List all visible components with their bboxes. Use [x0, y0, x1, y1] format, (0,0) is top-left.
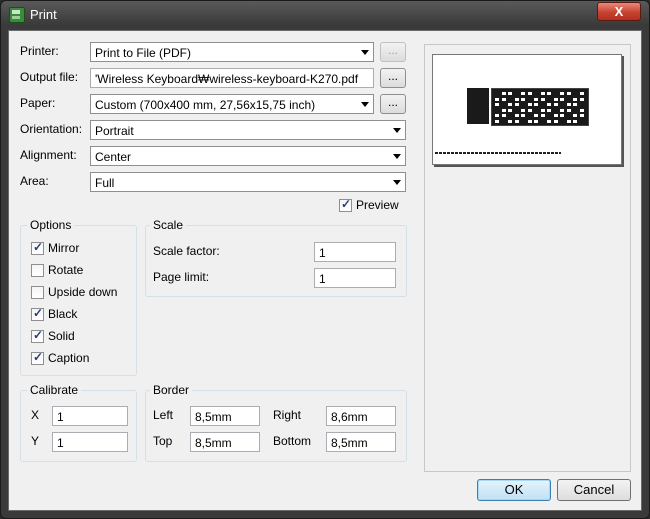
window-title: Print [30, 7, 57, 22]
preview-caption [435, 152, 561, 154]
border-group-title: Border [150, 383, 193, 397]
border-bottom-input[interactable]: 8,5mm [326, 432, 396, 452]
chevron-down-icon [361, 50, 369, 55]
option-checkbox[interactable] [31, 286, 44, 299]
border-left-input[interactable]: 8,5mm [190, 406, 260, 426]
printer-app-icon [9, 7, 25, 23]
checkmark-icon: ✓ [33, 328, 44, 342]
option-checkbox[interactable]: ✓ [31, 240, 44, 255]
preview-checkbox[interactable]: ✓ [339, 197, 352, 212]
close-button[interactable]: X [597, 2, 641, 21]
option-checkbox[interactable]: ✓ [31, 328, 44, 343]
calibrate-y-input[interactable]: 1 [52, 432, 128, 452]
orientation-select[interactable]: Portrait [90, 120, 406, 140]
checkmark-icon: ✓ [341, 197, 352, 211]
print-preview-panel [424, 44, 631, 472]
printer-value: Print to File (PDF) [95, 46, 192, 60]
chevron-down-icon [393, 154, 401, 159]
alignment-select[interactable]: Center [90, 146, 406, 166]
option-label: Solid [48, 329, 75, 343]
keyboard-preview-main [491, 88, 589, 126]
chevron-down-icon [361, 102, 369, 107]
close-icon: X [614, 4, 624, 19]
page-limit-label: Page limit: [153, 270, 210, 284]
cancel-button[interactable]: Cancel [557, 479, 631, 501]
keyboard-preview-left [467, 88, 489, 124]
ok-button[interactable]: OK [477, 479, 551, 501]
option-label: Rotate [48, 263, 84, 277]
output-file-field[interactable]: 'Wireless Keyboard₩wireless-keyboard-K27… [90, 68, 374, 88]
paper-browse-button[interactable]: ... [380, 94, 406, 114]
printer-select[interactable]: Print to File (PDF) [90, 42, 374, 62]
border-left-value: 8,5mm [195, 410, 232, 424]
paper-select[interactable]: Custom (700x400 mm, 27,56x15,75 inch) [90, 94, 374, 114]
checkmark-icon: ✓ [33, 240, 44, 254]
output-file-browse-button[interactable]: ... [380, 68, 406, 88]
orientation-label: Orientation: [20, 122, 83, 136]
border-top-label: Top [153, 434, 173, 448]
option-label: Mirror [48, 241, 80, 255]
alignment-label: Alignment: [20, 148, 77, 162]
chevron-down-icon [393, 128, 401, 133]
border-bottom-value: 8,5mm [331, 436, 368, 450]
page-limit-value: 1 [319, 272, 326, 286]
preview-page [432, 54, 622, 165]
border-right-label: Right [273, 408, 302, 422]
printer-label: Printer: [20, 44, 59, 58]
title-bar[interactable]: Print X [1, 1, 649, 29]
option-label: Upside down [48, 285, 118, 299]
alignment-value: Center [95, 150, 132, 164]
option-label: Caption [48, 351, 90, 365]
scale-factor-label: Scale factor: [153, 244, 220, 258]
border-right-input[interactable]: 8,6mm [326, 406, 396, 426]
area-value: Full [95, 176, 115, 190]
paper-value: Custom (700x400 mm, 27,56x15,75 inch) [95, 98, 316, 112]
page-limit-input[interactable]: 1 [314, 268, 396, 288]
calibrate-x-input[interactable]: 1 [52, 406, 128, 426]
option-checkbox[interactable]: ✓ [31, 306, 44, 321]
checkmark-icon: ✓ [33, 350, 44, 364]
calibrate-group-title: Calibrate [27, 383, 82, 397]
options-group-title: Options [27, 218, 75, 232]
dialog-body: Printer: Print to File (PDF) ... Output … [8, 30, 642, 511]
border-top-value: 8,5mm [195, 436, 232, 450]
option-label: Black [48, 307, 78, 321]
preview-label: Preview [356, 198, 399, 212]
scale-factor-input[interactable]: 1 [314, 242, 396, 262]
area-label: Area: [20, 174, 49, 188]
output-file-value: 'Wireless Keyboard₩wireless-keyboard-K27… [95, 72, 359, 86]
border-bottom-label: Bottom [273, 434, 312, 448]
border-left-label: Left [153, 408, 174, 422]
orientation-value: Portrait [95, 124, 134, 138]
option-checkbox[interactable]: ✓ [31, 350, 44, 365]
area-select[interactable]: Full [90, 172, 406, 192]
chevron-down-icon [393, 180, 401, 185]
output-file-label: Output file: [20, 70, 79, 84]
checkmark-icon: ✓ [33, 306, 44, 320]
calibrate-y-label: Y [31, 434, 40, 448]
calibrate-x-label: X [31, 408, 40, 422]
calibrate-y-value: 1 [57, 436, 64, 450]
option-checkbox[interactable] [31, 264, 44, 277]
print-dialog-window: Print X Printer: Print to File (PDF) ...… [0, 0, 650, 519]
border-top-input[interactable]: 8,5mm [190, 432, 260, 452]
printer-browse-button[interactable]: ... [380, 42, 406, 62]
scale-group-title: Scale [150, 218, 187, 232]
calibrate-x-value: 1 [57, 410, 64, 424]
border-right-value: 8,6mm [331, 410, 368, 424]
paper-label: Paper: [20, 96, 56, 110]
scale-factor-value: 1 [319, 246, 326, 260]
